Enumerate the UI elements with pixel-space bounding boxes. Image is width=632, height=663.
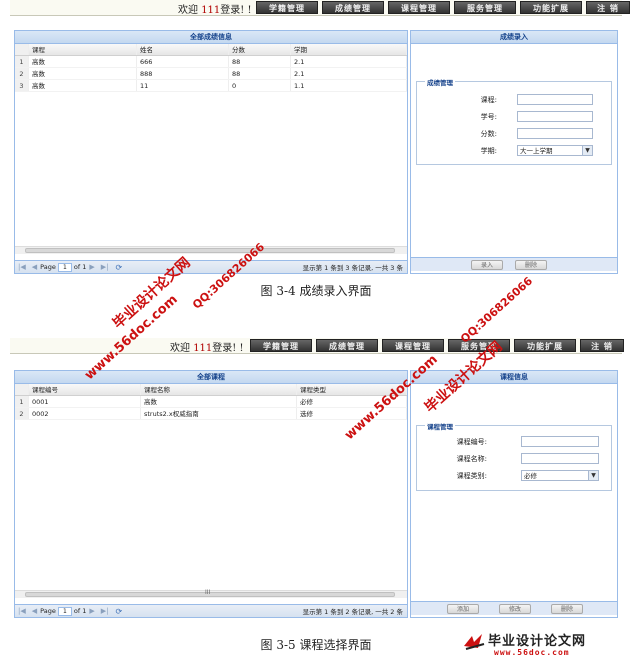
paging-toolbar: |◀ ◀ Page 1 of 1 ▶ ▶| ⟳ 显示第 1 条到 3 条记录, … bbox=[15, 260, 407, 273]
menu-item-logout[interactable]: 注 销 bbox=[580, 339, 624, 352]
table-row[interactable]: 2 0002 struts2.x权威指南 选修 bbox=[15, 408, 407, 420]
col-header-course-id[interactable]: 课程编号 bbox=[29, 384, 141, 395]
col-header-course[interactable]: 课程 bbox=[29, 44, 137, 55]
menu-item-score[interactable]: 成绩管理 bbox=[322, 1, 384, 14]
next-page-icon[interactable]: ▶ bbox=[89, 607, 94, 615]
form-button-bar: 添加 修改 删除 bbox=[411, 601, 617, 615]
field-row-course: 课程: bbox=[437, 94, 593, 105]
course-grid-panel: 全部课程 课程编号 课程名称 课程类型 1 0001 高数 必修 2 0002 … bbox=[14, 370, 408, 618]
table-row[interactable]: 3 高数 11 0 1.1 bbox=[15, 80, 407, 92]
figure-caption: 图 3-4 成绩录入界面 bbox=[260, 284, 372, 298]
horizontal-scrollbar[interactable]: III bbox=[15, 589, 407, 598]
screenshot-course-selection: 欢迎 111登录! ! 学籍管理 成绩管理 课程管理 服务管理 功能扩展 注 销… bbox=[10, 338, 624, 618]
fieldset-legend: 成绩管理 bbox=[425, 77, 455, 87]
course-id-input[interactable] bbox=[521, 436, 599, 447]
refresh-icon[interactable]: ⟳ bbox=[116, 263, 123, 272]
submit-score-button[interactable]: 录入 bbox=[471, 260, 503, 270]
grid-header: 课程 姓名 分数 学期 bbox=[15, 44, 407, 56]
menu-item-course[interactable]: 课程管理 bbox=[382, 339, 444, 352]
form-button-bar: 录入 删除 bbox=[411, 257, 617, 271]
page-label: Page bbox=[40, 263, 56, 271]
scroll-grip: III bbox=[205, 589, 211, 596]
col-header-name[interactable]: 姓名 bbox=[137, 44, 229, 55]
welcome-text: 欢迎 111登录! ! bbox=[178, 5, 252, 16]
add-course-button[interactable]: 添加 bbox=[447, 604, 479, 614]
welcome-text: 欢迎 111登录! ! bbox=[170, 343, 244, 354]
table-row[interactable]: 1 0001 高数 必修 bbox=[15, 396, 407, 408]
score-grid-panel: 全部成绩信息 课程 姓名 分数 学期 1 高数 666 88 2.1 2 高数 … bbox=[14, 30, 408, 274]
first-page-icon[interactable]: |◀ bbox=[18, 263, 26, 271]
col-header-term[interactable]: 学期 bbox=[291, 44, 407, 55]
page-of-label: of 1 bbox=[73, 607, 87, 615]
menu-item-extension[interactable]: 功能扩展 bbox=[520, 1, 582, 14]
prev-page-icon[interactable]: ◀ bbox=[32, 607, 37, 615]
menu-item-extension[interactable]: 功能扩展 bbox=[514, 339, 576, 352]
scroll-thumb[interactable] bbox=[25, 248, 395, 253]
last-page-icon[interactable]: ▶| bbox=[101, 607, 109, 615]
col-header-score[interactable]: 分数 bbox=[229, 44, 291, 55]
page-number-input[interactable]: 1 bbox=[57, 262, 72, 272]
field-row-course-id: 课程编号: bbox=[427, 436, 599, 447]
panel-title: 成绩录入 bbox=[411, 31, 617, 44]
edit-course-button[interactable]: 修改 bbox=[499, 604, 531, 614]
field-row-score: 分数: bbox=[437, 128, 593, 139]
score-input[interactable] bbox=[517, 128, 593, 139]
username: 111 bbox=[193, 343, 213, 354]
field-row-student-id: 学号: bbox=[437, 111, 593, 122]
top-bar: 欢迎 111登录! ! 学籍管理 成绩管理 课程管理 服务管理 功能扩展 注 销 bbox=[10, 0, 630, 16]
table-row[interactable]: 2 高数 888 88 2.1 bbox=[15, 68, 407, 80]
main-menu: 学籍管理 成绩管理 课程管理 服务管理 功能扩展 注 销 bbox=[256, 1, 632, 14]
score-form-fieldset: 成绩管理 课程: 学号: 分数: 学期: 大一上学期 ▼ bbox=[416, 77, 612, 165]
site-logo: 毕业设计论文网 www.56doc.com bbox=[460, 628, 626, 662]
logo-text: 毕业设计论文网 bbox=[488, 634, 587, 649]
paging-status: 显示第 1 条到 2 条记录, 一共 2 条 bbox=[302, 608, 403, 616]
menu-item-score[interactable]: 成绩管理 bbox=[316, 339, 378, 352]
delete-score-button[interactable]: 删除 bbox=[515, 260, 547, 270]
grid-header: 课程编号 课程名称 课程类型 bbox=[15, 384, 407, 396]
paging-status: 显示第 1 条到 3 条记录, 一共 3 条 bbox=[302, 264, 403, 272]
student-id-input[interactable] bbox=[517, 111, 593, 122]
logo-mark-icon bbox=[464, 634, 485, 650]
col-header-course-name[interactable]: 课程名称 bbox=[141, 384, 297, 395]
menu-item-student[interactable]: 学籍管理 bbox=[256, 1, 318, 14]
table-row[interactable]: 1 高数 666 88 2.1 bbox=[15, 56, 407, 68]
next-page-icon[interactable]: ▶ bbox=[89, 263, 94, 271]
horizontal-scrollbar[interactable] bbox=[15, 246, 407, 254]
term-select[interactable]: 大一上学期 ▼ bbox=[517, 145, 593, 156]
panel-title: 全部课程 bbox=[15, 371, 407, 384]
field-row-term: 学期: 大一上学期 ▼ bbox=[437, 145, 593, 156]
field-row-course-type: 课程类别: 必修 ▼ bbox=[427, 470, 599, 481]
chevron-down-icon[interactable]: ▼ bbox=[588, 471, 598, 480]
page-label: Page bbox=[40, 607, 56, 615]
first-page-icon[interactable]: |◀ bbox=[18, 607, 26, 615]
course-form-fieldset: 课程管理 课程编号: 课程名称: 课程类别: 必修 ▼ bbox=[416, 421, 612, 491]
menu-item-student[interactable]: 学籍管理 bbox=[250, 339, 312, 352]
refresh-icon[interactable]: ⟳ bbox=[116, 607, 123, 616]
prev-page-icon[interactable]: ◀ bbox=[32, 263, 37, 271]
chevron-down-icon[interactable]: ▼ bbox=[582, 146, 592, 155]
panel-title: 全部成绩信息 bbox=[15, 31, 407, 44]
field-row-course-name: 课程名称: bbox=[427, 453, 599, 464]
menu-item-logout[interactable]: 注 销 bbox=[586, 1, 630, 14]
paging-toolbar: |◀ ◀ Page 1 of 1 ▶ ▶| ⟳ 显示第 1 条到 2 条记录, … bbox=[15, 604, 407, 617]
page-of-label: of 1 bbox=[73, 263, 87, 271]
top-bar: 欢迎 111登录! ! 学籍管理 成绩管理 课程管理 服务管理 功能扩展 注 销 bbox=[10, 338, 624, 354]
screenshot-score-entry: 欢迎 111登录! ! 学籍管理 成绩管理 课程管理 服务管理 功能扩展 注 销… bbox=[10, 0, 630, 274]
logo-url: www.56doc.com bbox=[494, 648, 570, 657]
course-name-input[interactable] bbox=[521, 453, 599, 464]
username: 111 bbox=[201, 5, 221, 16]
score-entry-panel: 成绩录入 成绩管理 课程: 学号: 分数: 学期: 大一上学期 ▼ 录入 删除 bbox=[410, 30, 618, 274]
menu-item-course[interactable]: 课程管理 bbox=[388, 1, 450, 14]
course-input[interactable] bbox=[517, 94, 593, 105]
course-type-select[interactable]: 必修 ▼ bbox=[521, 470, 599, 481]
last-page-icon[interactable]: ▶| bbox=[101, 263, 109, 271]
main-menu: 学籍管理 成绩管理 课程管理 服务管理 功能扩展 注 销 bbox=[250, 339, 628, 352]
delete-course-button[interactable]: 删除 bbox=[551, 604, 583, 614]
page-number-input[interactable]: 1 bbox=[57, 606, 72, 616]
menu-item-service[interactable]: 服务管理 bbox=[454, 1, 516, 14]
fieldset-legend: 课程管理 bbox=[425, 421, 455, 431]
